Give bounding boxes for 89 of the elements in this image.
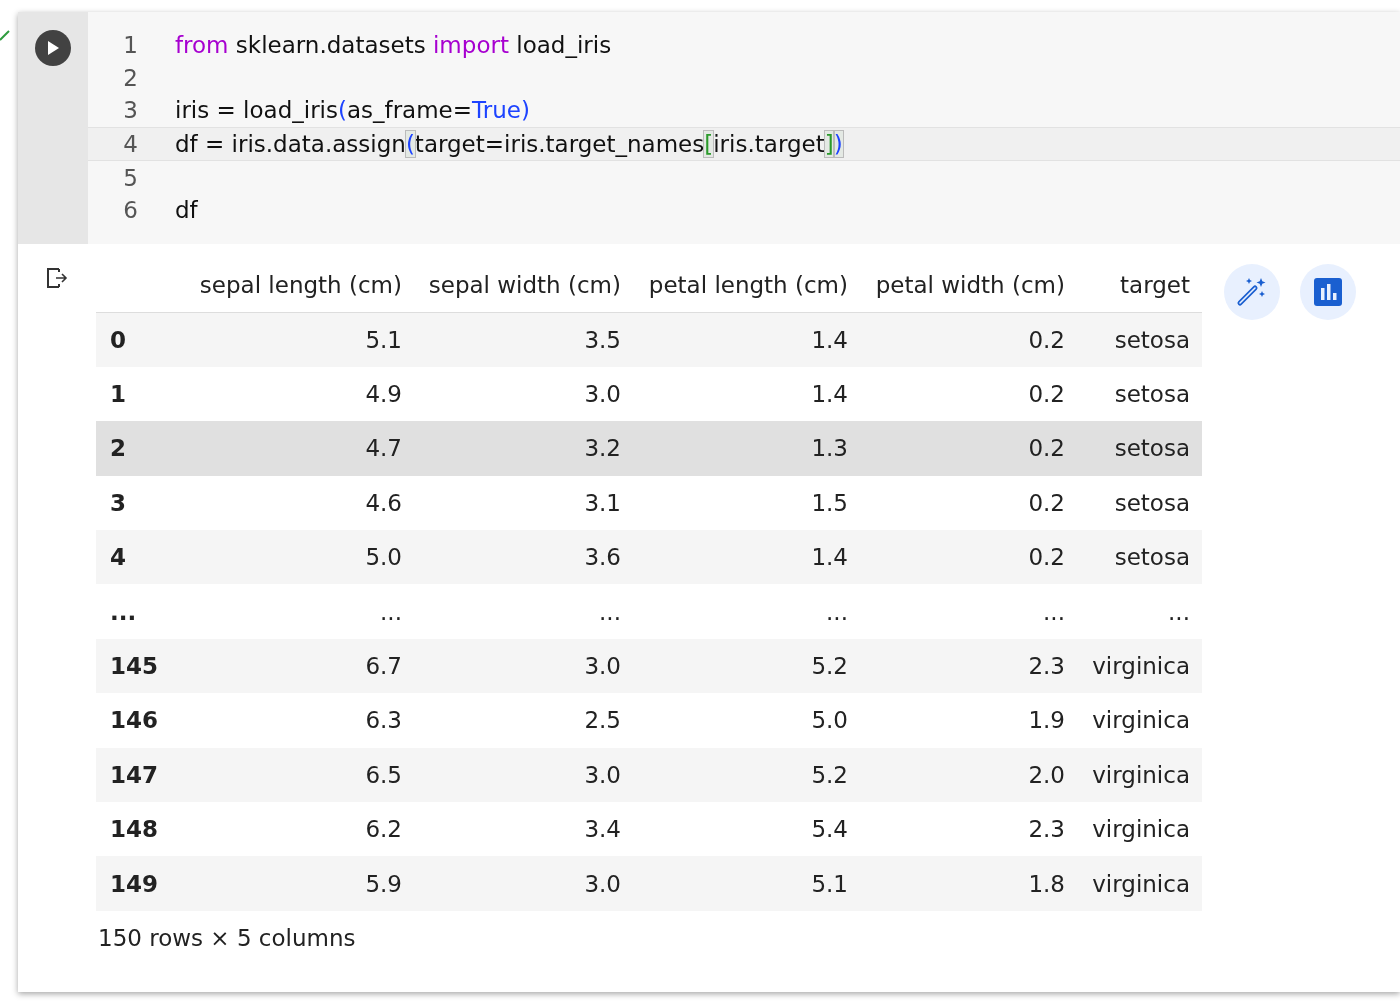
bar-chart-icon: [1312, 276, 1344, 308]
table-cell: virginica: [1077, 856, 1202, 911]
row-index: 145: [96, 638, 184, 694]
table-cell: 1.5: [633, 475, 860, 531]
table-cell: ...: [414, 584, 633, 639]
table-cell: 3.1: [414, 475, 633, 531]
table-cell: ...: [184, 584, 414, 639]
table-cell: 3.5: [414, 312, 633, 367]
table-cell: 5.1: [184, 312, 414, 367]
row-index: 147: [96, 747, 184, 802]
row-index: 4: [96, 530, 184, 585]
table-cell: 0.2: [860, 421, 1077, 476]
column-header: petal length (cm): [633, 264, 860, 313]
table-cell: 5.0: [633, 693, 860, 748]
table-cell: 0.2: [860, 475, 1077, 531]
table-cell: 3.0: [414, 366, 633, 422]
table-cell: 2.3: [860, 638, 1077, 694]
chart-button[interactable]: [1300, 264, 1356, 320]
code-line: from sklearn.datasets import load_iris: [175, 32, 612, 59]
table-cell: ...: [633, 584, 860, 639]
table-cell: virginica: [1077, 747, 1202, 802]
run-button[interactable]: [35, 30, 71, 66]
output-icon: [45, 266, 69, 290]
line-number: 5: [122, 164, 138, 191]
table-cell: 3.4: [414, 802, 633, 857]
magic-wand-button[interactable]: [1224, 264, 1280, 320]
row-index: 149: [96, 856, 184, 911]
table-cell: 1.8: [860, 856, 1077, 911]
row-index: 148: [96, 802, 184, 857]
table-cell: 2.5: [414, 693, 633, 748]
line-number: 4: [122, 131, 138, 158]
line-number: 3: [122, 97, 138, 124]
table-cell: 5.0: [184, 530, 414, 585]
table-cell: 5.2: [633, 747, 860, 802]
table-cell: setosa: [1077, 421, 1202, 476]
row-index: 3: [96, 475, 184, 531]
table-cell: 0.2: [860, 366, 1077, 422]
table-cell: 4.9: [184, 366, 414, 422]
row-index: ...: [96, 584, 184, 639]
table-cell: 1.3: [633, 421, 860, 476]
row-index: 1: [96, 366, 184, 422]
table-cell: 3.0: [414, 638, 633, 694]
table-cell: 5.9: [184, 856, 414, 911]
line-number: 6: [122, 197, 138, 224]
table-cell: virginica: [1077, 638, 1202, 694]
table-cell: 4.7: [184, 421, 414, 476]
table-cell: 2.0: [860, 747, 1077, 802]
table-cell: ...: [860, 584, 1077, 639]
column-header: sepal width (cm): [414, 264, 633, 313]
table-cell: 1.4: [633, 366, 860, 422]
play-icon: [46, 40, 60, 56]
table-cell: 1.9: [860, 693, 1077, 748]
table-cell: 1.4: [633, 312, 860, 367]
table-shape-text: 150 rows × 5 columns: [98, 924, 357, 951]
table-cell: 5.2: [633, 638, 860, 694]
column-header: sepal length (cm): [184, 264, 414, 313]
code-line: df: [175, 197, 198, 224]
table-cell: setosa: [1077, 530, 1202, 585]
table-cell: 5.1: [633, 856, 860, 911]
row-index: 2: [96, 421, 184, 476]
table-cell: setosa: [1077, 366, 1202, 422]
table-cell: 5.4: [633, 802, 860, 857]
row-index: 0: [96, 312, 184, 367]
table-cell: 3.0: [414, 856, 633, 911]
table-cell: ...: [1077, 584, 1202, 639]
table-cell: 0.2: [860, 312, 1077, 367]
table-cell: virginica: [1077, 802, 1202, 857]
table-cell: setosa: [1077, 475, 1202, 531]
row-index: 146: [96, 693, 184, 748]
column-header: petal width (cm): [860, 264, 1077, 313]
table-cell: 2.3: [860, 802, 1077, 857]
table-cell: 6.2: [184, 802, 414, 857]
line-number: 2: [122, 64, 138, 91]
table-cell: 6.5: [184, 747, 414, 802]
table-cell: 3.0: [414, 747, 633, 802]
code-editor[interactable]: 1 from sklearn.datasets import load_iris 2 3 iris = load_iris(as_frame=True) 4 df = iris.data.assign(target=iris.target_names[iris.target]) 5 6 df: [88, 12, 1400, 244]
code-line: df = iris.data.assign(target=iris.target_names[iris.target]): [175, 131, 843, 158]
table-cell: 6.3: [184, 693, 414, 748]
table-cell: virginica: [1077, 693, 1202, 748]
table-cell: setosa: [1077, 312, 1202, 367]
line-number: 1: [122, 32, 138, 59]
table-cell: 0.2: [860, 530, 1077, 585]
table-cell: 1.4: [633, 530, 860, 585]
code-line: iris = load_iris(as_frame=True): [175, 97, 530, 124]
column-header: target: [1077, 264, 1202, 313]
table-cell: 4.6: [184, 475, 414, 531]
table-cell: 3.2: [414, 421, 633, 476]
table-cell: 3.6: [414, 530, 633, 585]
table-cell: 6.7: [184, 638, 414, 694]
